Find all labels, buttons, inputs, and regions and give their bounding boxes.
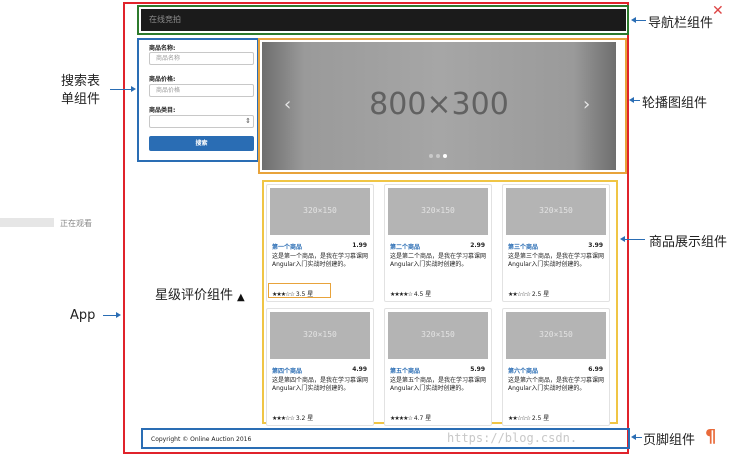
product-price: 5.99 [470,366,485,373]
search-button[interactable]: 搜索 [149,136,254,151]
carousel-dot[interactable] [429,154,433,158]
close-icon[interactable]: ✕ [712,3,724,19]
product-name-link[interactable]: 第五个商品 [390,366,420,375]
select-arrow-icon: ⇕ [245,117,251,125]
search-annotation-line1: 搜索表 [61,74,101,89]
footer-arrow-line [636,437,642,438]
product-description: 这是第六个商品，是我在学习慕课网Angular入门实战时创建的。 [508,377,605,392]
category-label: 商品类目: [149,107,176,114]
rating-annotation: 星级评价组件 [155,288,234,303]
product-thumbnail[interactable]: 320×150 [270,312,370,359]
star-rating-icons: ★★★★☆ [390,291,413,298]
product-rating: ★★☆☆☆ 2.5 星 [508,413,549,422]
search-annotation-line2: 单组件 [61,92,101,107]
product-description: 这是第三个商品，是我在学习慕课网Angular入门实战时创建的。 [508,253,605,268]
thumbnail-placeholder-text: 320×150 [421,330,455,339]
thumbnail-placeholder-text: 320×150 [421,206,455,215]
star-rating-icons: ★★☆☆☆ [508,291,531,298]
product-name-link[interactable]: 第四个商品 [272,366,302,375]
price-input[interactable]: 商品价格 [149,84,254,97]
viewer-progress-bar [0,218,54,227]
name-label: 商品名称: [149,45,176,52]
carousel: 800×300 ‹ › [262,42,616,170]
carousel-next-icon[interactable]: › [583,94,590,115]
product-name-link[interactable]: 第六个商品 [508,366,538,375]
rating-value: 4.7 星 [413,415,432,422]
product-name-link[interactable]: 第二个商品 [390,242,420,251]
site-logo-icon: ¶ [705,426,717,447]
product-price: 2.99 [470,242,485,249]
products-annotation: 商品展示组件 [649,235,728,250]
thumbnail-placeholder-text: 320×150 [539,206,573,215]
product-price: 1.99 [352,242,367,249]
carousel-prev-icon[interactable]: ‹ [284,94,291,115]
product-card[interactable]: 320×150 第六个商品 6.99 这是第六个商品，是我在学习慕课网Angular入… [502,308,610,426]
product-name-link[interactable]: 第一个商品 [272,242,302,251]
product-description: 这是第二个商品，是我在学习慕课网Angular入门实战时创建的。 [390,253,487,268]
rating-component-frame [268,283,331,298]
star-rating-icons: ★★★☆☆ [272,415,295,422]
thumbnail-placeholder-text: 320×150 [303,206,337,215]
product-card[interactable]: 320×150 第三个商品 3.99 这是第三个商品，是我在学习慕课网Angular入… [502,184,610,302]
product-thumbnail[interactable]: 320×150 [506,188,606,235]
carousel-arrow-line [634,100,640,101]
product-description: 这是第一个商品，是我在学习慕课网Angular入门实战时创建的。 [272,253,369,268]
product-description: 这是第五个商品，是我在学习慕课网Angular入门实战时创建的。 [390,377,487,392]
product-rating: ★★☆☆☆ 2.5 星 [508,289,549,298]
app-arrow-icon [116,312,121,318]
carousel-annotation: 轮播图组件 [642,96,708,111]
navbar-annotation: 导航栏组件 [648,16,714,31]
carousel-dot[interactable] [443,154,447,158]
product-thumbnail[interactable]: 320×150 [270,188,370,235]
carousel-indicators [429,154,447,158]
product-price: 3.99 [588,242,603,249]
product-price: 4.99 [352,366,367,373]
name-input[interactable]: 商品名称 [149,52,254,65]
product-description: 这是第四个商品，是我在学习慕课网Angular入门实战时创建的。 [272,377,369,392]
thumbnail-placeholder-text: 320×150 [539,330,573,339]
footer-copyright: Copyright © Online Auction 2016 [151,436,252,443]
product-rating: ★★★☆☆ 3.2 星 [272,413,313,422]
navbar: 在线竞拍 [141,9,626,31]
mouse-cursor-icon: ▲ [237,292,245,303]
product-card[interactable]: 320×150 第二个商品 2.99 这是第二个商品，是我在学习慕课网Angular入… [384,184,492,302]
product-card[interactable]: 320×150 第四个商品 4.99 这是第四个商品，是我在学习慕课网Angular入… [266,308,374,426]
product-name-link[interactable]: 第三个商品 [508,242,538,251]
app-arrow-line [103,315,117,316]
product-thumbnail[interactable]: 320×150 [388,188,488,235]
rating-value: 3.2 星 [295,415,314,422]
navbar-brand[interactable]: 在线竞拍 [149,14,181,25]
rating-value: 2.5 星 [531,291,550,298]
watermark: https://blog.csdn. [447,431,578,445]
star-rating-icons: ★★☆☆☆ [508,415,531,422]
navbar-arrow-line [636,20,646,21]
product-thumbnail[interactable]: 320×150 [506,312,606,359]
category-select[interactable]: ⇕ [149,115,254,128]
products-arrow-line [625,239,645,240]
watching-label: 正在观看 [60,219,92,228]
search-arrow-line [110,89,132,90]
app-annotation: App [70,308,96,323]
thumbnail-placeholder-text: 320×150 [303,330,337,339]
rating-value: 2.5 星 [531,415,550,422]
product-rating: ★★★★☆ 4.7 星 [390,413,431,422]
carousel-placeholder-text: 800×300 [369,87,509,122]
product-card[interactable]: 320×150 第五个商品 5.99 这是第五个商品，是我在学习慕课网Angular入… [384,308,492,426]
star-rating-icons: ★★★★☆ [390,415,413,422]
search-arrow-icon [131,86,136,92]
product-rating: ★★★★☆ 4.5 星 [390,289,431,298]
rating-value: 4.5 星 [413,291,432,298]
carousel-dot[interactable] [436,154,440,158]
price-label: 商品价格: [149,76,176,83]
product-price: 6.99 [588,366,603,373]
product-thumbnail[interactable]: 320×150 [388,312,488,359]
footer-annotation: 页脚组件 [643,433,696,448]
